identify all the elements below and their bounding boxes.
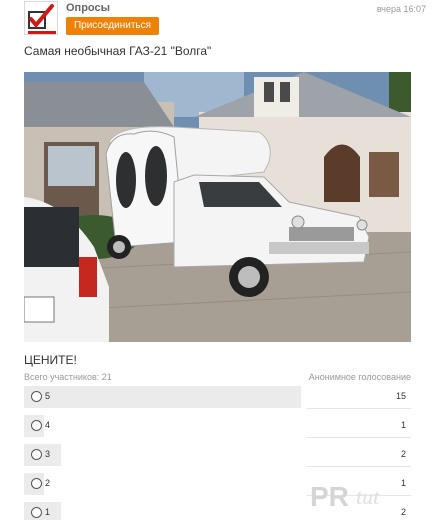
svg-text:tut: tut: [356, 484, 380, 509]
poll-heading: ЦЕНИТЕ!: [24, 353, 77, 367]
car-photo: [24, 72, 411, 342]
poll-option-radio[interactable]: [31, 507, 42, 518]
poll-option-bar: 5: [24, 386, 301, 408]
poll-option-divider: [307, 437, 411, 438]
poll-option-votes: 1: [400, 420, 406, 430]
join-button[interactable]: Присоединиться: [66, 17, 159, 35]
poll-participants: Всего участников: 21: [24, 372, 112, 382]
poll-option-label: 3: [45, 449, 51, 459]
poll-option-radio[interactable]: [31, 420, 42, 431]
poll-option-votes: 15: [395, 391, 406, 401]
poll-option-radio[interactable]: [31, 478, 42, 489]
post-title: Самая необычная ГАЗ-21 "Волга": [24, 44, 212, 58]
post-photo[interactable]: [24, 72, 411, 342]
poll-checkbox-icon: [25, 2, 57, 34]
poll-option-label: 5: [45, 391, 51, 401]
group-avatar[interactable]: [24, 1, 58, 35]
poll-option-divider: [307, 466, 411, 467]
poll-option-label: 2: [45, 478, 51, 488]
poll-option-row[interactable]: 5 15: [24, 386, 411, 409]
watermark-logo: PR tut: [310, 480, 420, 518]
poll-option-bar: 2: [24, 473, 50, 495]
poll-option-row[interactable]: 41: [24, 415, 411, 438]
poll-option-radio[interactable]: [31, 391, 42, 402]
poll-anonymous-label: Анонимное голосование: [308, 372, 411, 382]
poll-option-divider: [307, 408, 411, 409]
poll-option-bar: 4: [24, 415, 50, 437]
poll-option-bar: 1: [24, 502, 61, 520]
group-name-link[interactable]: Опросы: [66, 2, 110, 14]
post-timestamp: вчера 16:07: [376, 4, 426, 14]
poll-option-row[interactable]: 32: [24, 444, 411, 467]
poll-option-bar: 3: [24, 444, 61, 466]
prtut-logo-icon: PR tut: [310, 481, 380, 512]
poll-option-votes: 2: [400, 449, 406, 459]
poll-option-label: 4: [45, 420, 51, 430]
poll-option-radio[interactable]: [31, 449, 42, 460]
post-header: Опросы Присоединиться вчера 16:07: [0, 0, 434, 42]
poll-option-label: 1: [45, 507, 51, 517]
svg-text:PR: PR: [310, 481, 349, 512]
